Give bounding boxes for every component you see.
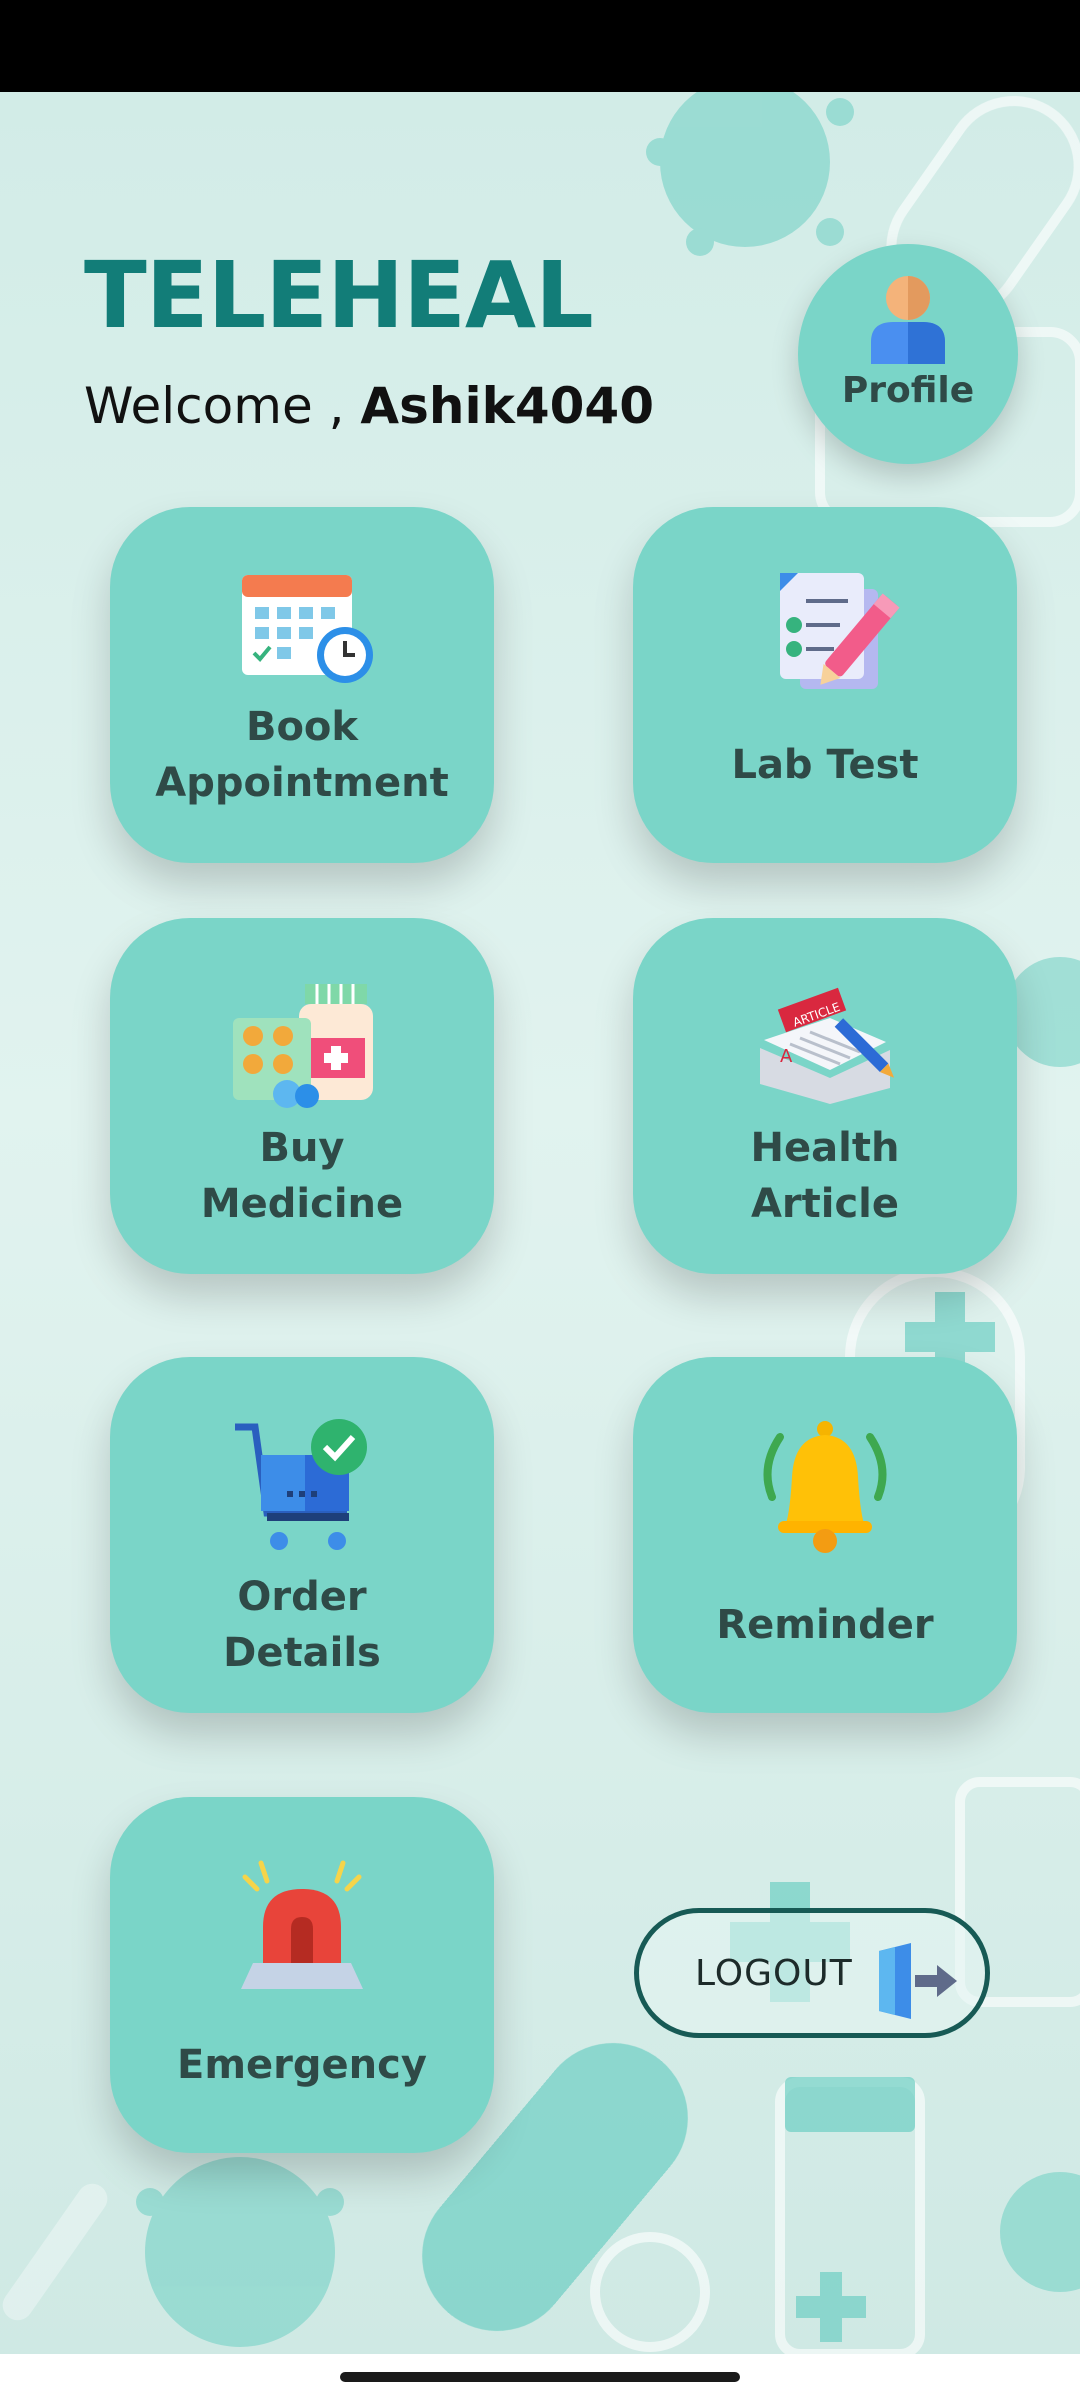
lab-test-tile[interactable]: Lab Test: [633, 507, 1017, 863]
pills-bottle-icon: [233, 984, 373, 1108]
welcome-prefix: Welcome ,: [84, 377, 345, 435]
article-newspaper-icon: ARTICLE A: [760, 987, 895, 1104]
shopping-cart-check-icon: [235, 1419, 367, 1550]
tile-label: Book Appointment: [155, 704, 449, 806]
home-indicator[interactable]: [340, 2372, 740, 2382]
app-title: TELEHEAL: [84, 242, 594, 349]
username: Ashik4040: [360, 377, 655, 435]
calendar-clock-icon: [242, 575, 373, 683]
logout-button[interactable]: LOGOUT: [634, 1908, 990, 2038]
buy-medicine-tile[interactable]: Buy Medicine: [110, 918, 494, 1274]
profile-button[interactable]: Profile: [798, 244, 1018, 464]
profile-label: Profile: [841, 370, 975, 411]
tile-label: Lab Test: [731, 742, 919, 788]
tile-label: Order Details: [223, 1574, 381, 1676]
tile-label: Buy Medicine: [200, 1125, 404, 1227]
reminder-tile[interactable]: Reminder: [633, 1357, 1017, 1713]
welcome-message: Welcome , Ashik4040: [84, 377, 654, 435]
logout-label: LOGOUT: [695, 1952, 853, 1994]
user-avatar-icon: [871, 276, 945, 364]
book-appointment-tile[interactable]: Book Appointment: [110, 507, 494, 863]
health-article-tile[interactable]: ARTICLE A Health Article: [633, 918, 1017, 1274]
tile-label: Health Article: [750, 1125, 900, 1227]
home-screen: TELEHEAL Welcome , Ashik4040 Profile Boo…: [0, 92, 1080, 2354]
order-details-tile[interactable]: Order Details: [110, 1357, 494, 1713]
emergency-tile[interactable]: Emergency: [110, 1797, 494, 2153]
bell-icon: [763, 1421, 887, 1553]
svg-text:A: A: [780, 1046, 793, 1067]
exit-door-icon: [879, 1943, 957, 2019]
tile-label: Emergency: [177, 2042, 427, 2088]
siren-icon: [241, 1860, 363, 1989]
status-bar: [0, 0, 1080, 92]
checklist-pencil-icon: [780, 573, 900, 689]
tile-label: Reminder: [716, 1602, 934, 1648]
